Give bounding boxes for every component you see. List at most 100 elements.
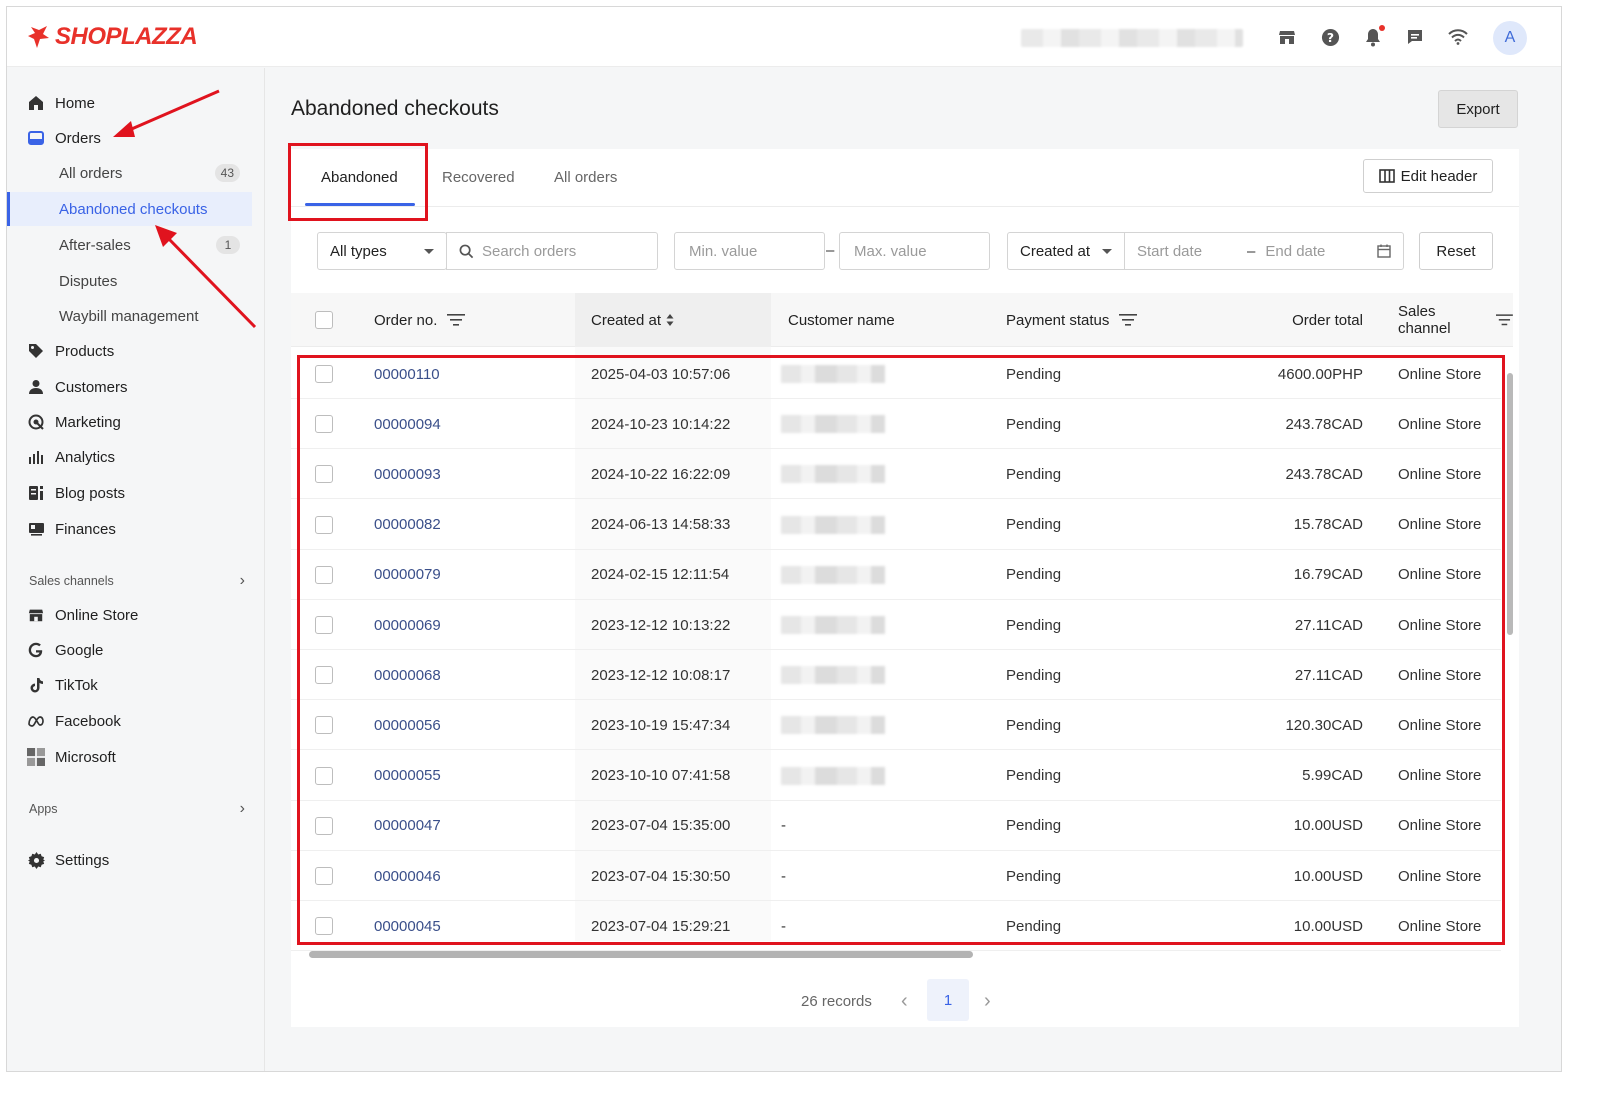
sidebar-subitem-after-sales[interactable]: After-sales 1 (7, 228, 252, 262)
tab-recovered[interactable]: Recovered (442, 169, 515, 186)
order-number-link[interactable]: 00000069 (374, 600, 441, 650)
order-number-link[interactable]: 00000094 (374, 399, 441, 449)
date-range-input[interactable]: Start date – End date (1124, 232, 1404, 270)
sidebar-item-home[interactable]: Home (7, 86, 265, 120)
table-row[interactable]: 00000055 2023-10-10 07:41:58 Pending 5.99CA… (291, 751, 1501, 801)
brand-logo[interactable]: SHOPLAZZA (27, 23, 198, 51)
column-header-payment-status[interactable]: Payment status (1006, 293, 1138, 347)
help-icon[interactable]: ? (1320, 27, 1340, 47)
sidebar-subitem-abandoned-checkouts[interactable]: Abandoned checkouts (7, 192, 252, 226)
row-checkbox[interactable] (315, 700, 333, 750)
vertical-scrollbar[interactable] (1507, 359, 1513, 945)
next-page-icon[interactable]: › (984, 981, 991, 1021)
vertical-scroll-thumb[interactable] (1507, 373, 1513, 635)
row-checkbox[interactable] (315, 650, 333, 700)
sidebar-channel-online-store[interactable]: Online Store (7, 598, 265, 632)
horizontal-scrollbar[interactable] (299, 951, 1505, 959)
row-checkbox[interactable] (315, 449, 333, 499)
table-row[interactable]: 00000082 2024-06-13 14:58:33 Pending 15.78C… (291, 500, 1501, 550)
row-checkbox[interactable] (315, 801, 333, 851)
row-checkbox[interactable] (315, 851, 333, 901)
type-select[interactable]: All types (317, 232, 447, 270)
sales-channel-cell: Online Store (1398, 666, 1482, 684)
sidebar-subitem-disputes[interactable]: Disputes (7, 264, 252, 298)
sidebar-channel-google[interactable]: Google (7, 633, 265, 667)
row-checkbox[interactable] (315, 500, 333, 550)
person-icon (27, 378, 45, 396)
filter-icon[interactable] (447, 314, 466, 326)
sidebar-item-customers[interactable]: Customers (7, 370, 265, 404)
order-number-link[interactable]: 00000047 (374, 801, 441, 851)
order-number-link[interactable]: 00000068 (374, 650, 441, 700)
sales-channel-cell: Online Store (1398, 465, 1482, 483)
sidebar-item-finances[interactable]: Finances (7, 512, 265, 546)
wifi-icon[interactable] (1448, 27, 1468, 47)
row-checkbox[interactable] (315, 349, 333, 399)
bell-icon[interactable] (1363, 25, 1385, 47)
order-number-link[interactable]: 00000056 (374, 700, 441, 750)
sidebar-item-products[interactable]: Products (7, 334, 265, 368)
table-row[interactable]: 00000093 2024-10-22 16:22:09 Pending 243.78… (291, 449, 1501, 500)
horizontal-scroll-thumb[interactable] (309, 951, 973, 958)
select-all-checkbox[interactable] (315, 293, 333, 347)
sales-channels-header[interactable]: Sales channels › (29, 572, 245, 590)
sidebar-channel-facebook[interactable]: Facebook (7, 704, 265, 738)
sidebar-channel-tiktok[interactable]: TikTok (7, 668, 265, 702)
column-header-order-no[interactable]: Order no. (374, 293, 466, 347)
order-number-link[interactable]: 00000082 (374, 500, 441, 550)
table-row[interactable]: 00000110 2025-04-03 10:57:06 Pending 4600.0… (291, 349, 1501, 399)
date-field-select[interactable]: Created at (1007, 232, 1125, 270)
column-header-order-total[interactable]: Order total (1251, 293, 1363, 347)
table-row[interactable]: 00000056 2023-10-19 15:47:34 Pending 120.30… (291, 700, 1501, 751)
tab-all-orders[interactable]: All orders (554, 169, 617, 186)
min-value-input[interactable]: Min. value (674, 232, 825, 270)
max-value-input[interactable]: Max. value (839, 232, 990, 270)
edit-header-button[interactable]: Edit header (1363, 159, 1493, 193)
export-button[interactable]: Export (1438, 90, 1518, 128)
sidebar-item-orders[interactable]: Orders (7, 121, 265, 155)
section-label: Sales channels (29, 574, 114, 588)
sidebar-item-blog-posts[interactable]: Blog posts (7, 476, 265, 510)
row-checkbox[interactable] (315, 600, 333, 650)
search-input[interactable]: Search orders (446, 232, 658, 270)
user-avatar[interactable]: A (1493, 21, 1527, 55)
sidebar-item-label: Orders (55, 129, 101, 147)
order-number-link[interactable]: 00000110 (374, 349, 440, 399)
order-number-link[interactable]: 00000093 (374, 449, 441, 499)
filter-icon[interactable] (1496, 314, 1513, 326)
table-row[interactable]: 00000045 2023-07-04 15:29:21 - Pending 10.00… (291, 901, 1501, 952)
tab-abandoned[interactable]: Abandoned (321, 169, 398, 186)
page-number-current[interactable]: 1 (927, 979, 969, 1021)
created-at-cell: 2023-10-19 15:47:34 (591, 716, 731, 734)
row-checkbox[interactable] (315, 751, 333, 801)
filter-icon[interactable] (1119, 314, 1138, 326)
sidebar-item-analytics[interactable]: Analytics (7, 440, 265, 474)
table-row[interactable]: 00000068 2023-12-12 10:08:17 Pending 27.11C… (291, 650, 1501, 701)
order-number-link[interactable]: 00000079 (374, 550, 441, 600)
table-row[interactable]: 00000047 2023-07-04 15:35:00 - Pending 10.00… (291, 801, 1501, 851)
table-row[interactable]: 00000079 2024-02-15 12:11:54 Pending 16.79C… (291, 550, 1501, 600)
row-checkbox[interactable] (315, 901, 333, 951)
row-checkbox[interactable] (315, 550, 333, 600)
customer-name-redacted (781, 565, 885, 584)
sidebar-item-settings[interactable]: Settings (7, 843, 265, 877)
table-row[interactable]: 00000094 2024-10-23 10:14:22 Pending 243.78… (291, 399, 1501, 450)
column-header-sales-channel[interactable]: Sales channel (1398, 293, 1513, 347)
table-row[interactable]: 00000046 2023-07-04 15:30:50 - Pending 10.00… (291, 851, 1501, 901)
store-icon[interactable] (1277, 27, 1297, 47)
column-header-created-at[interactable]: Created at (575, 293, 771, 347)
order-number-link[interactable]: 00000045 (374, 901, 441, 951)
apps-header[interactable]: Apps › (29, 800, 245, 818)
prev-page-icon[interactable]: ‹ (901, 981, 908, 1021)
sidebar-subitem-all-orders[interactable]: All orders 43 (7, 156, 252, 190)
reset-button[interactable]: Reset (1419, 232, 1493, 270)
row-checkbox[interactable] (315, 399, 333, 449)
order-number-link[interactable]: 00000046 (374, 851, 441, 901)
sidebar-item-marketing[interactable]: Marketing (7, 405, 265, 439)
sidebar-subitem-waybill-management[interactable]: Waybill management (7, 299, 252, 333)
sidebar-channel-microsoft[interactable]: Microsoft (7, 740, 265, 774)
order-number-link[interactable]: 00000055 (374, 751, 441, 801)
table-row[interactable]: 00000069 2023-12-12 10:13:22 Pending 27.11C… (291, 600, 1501, 650)
column-header-customer-name[interactable]: Customer name (788, 293, 895, 347)
chat-icon[interactable] (1405, 27, 1425, 47)
